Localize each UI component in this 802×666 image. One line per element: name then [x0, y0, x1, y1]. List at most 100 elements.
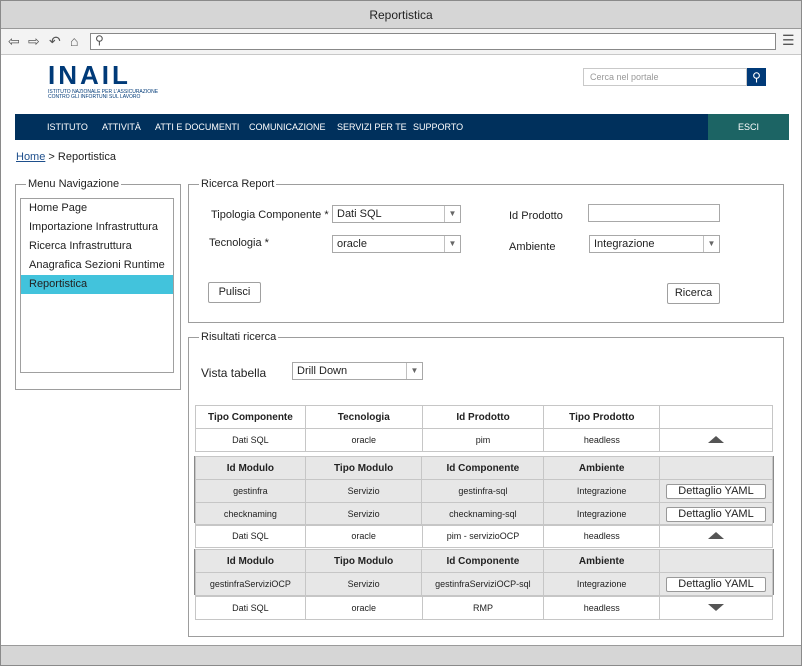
tipologia-select[interactable]: Dati SQL ▼ — [332, 205, 461, 223]
table-row[interactable]: Dati SQL oracle pim - servizioOCP headle… — [195, 524, 773, 548]
triangle-up-icon — [708, 436, 725, 443]
col-actions — [659, 549, 773, 573]
tecnologia-select[interactable]: oracle ▼ — [332, 235, 461, 253]
ambiente-value: Integrazione — [594, 238, 655, 250]
chevron-down-icon: ▼ — [444, 236, 460, 252]
cell-id-componente: checknaming-sql — [421, 502, 545, 526]
tipologia-value: Dati SQL — [337, 208, 382, 220]
cell-tipo: Dati SQL — [195, 428, 306, 452]
chevron-down-icon: ▼ — [406, 363, 422, 379]
results-legend: Risultati ricerca — [201, 331, 277, 343]
sidebar-item-anagrafica[interactable]: Anagrafica Sezioni Runtime — [21, 256, 173, 275]
menu-icon[interactable]: ☰ — [782, 32, 795, 49]
cell-tipo: Dati SQL — [195, 524, 306, 548]
results-row-3: Dati SQL oracle RMP headless — [195, 596, 773, 620]
portal-search-input[interactable]: Cerca nel portale — [583, 68, 747, 86]
logo-subtitle: ISTITUTO NAZIONALE PER L'ASSICURAZIONE C… — [48, 89, 159, 100]
browser-toolbar: ⇦ ⇨ ↶ ⌂ ⚲ ☰ — [1, 29, 801, 55]
cell-id-modulo: gestinfra — [195, 479, 306, 503]
col-id-modulo: Id Modulo — [195, 549, 306, 573]
col-tipo-modulo: Tipo Modulo — [304, 456, 423, 480]
vista-tabella-value: Drill Down — [297, 365, 348, 377]
table-row[interactable]: Dati SQL oracle pim headless — [195, 428, 773, 452]
id-prodotto-label: Id Prodotto — [509, 210, 563, 222]
cell-id-modulo: checknaming — [195, 502, 306, 526]
cell-id-prodotto: pim — [421, 428, 545, 452]
collapse-toggle[interactable] — [659, 428, 773, 452]
sidebar-item-importazione[interactable]: Importazione Infrastruttura — [21, 218, 173, 237]
triangle-up-icon — [708, 532, 725, 539]
ambiente-select[interactable]: Integrazione ▼ — [589, 235, 720, 253]
sidebar-item-reportistica[interactable]: Reportistica — [21, 275, 173, 294]
results-row-2: Dati SQL oracle pim - servizioOCP headle… — [195, 524, 773, 548]
cell-tipo-prodotto: headless — [543, 524, 661, 548]
nav-item-supporto[interactable]: SUPPORTO — [413, 114, 463, 140]
dettaglio-yaml-button[interactable]: Dettaglio YAML — [666, 506, 766, 522]
dettaglio-yaml-button[interactable]: Dettaglio YAML — [666, 576, 766, 592]
col-tipo-prodotto: Tipo Prodotto — [543, 405, 661, 429]
cell-action: Dettaglio YAML — [659, 479, 773, 503]
col-tipo-modulo: Tipo Modulo — [304, 549, 423, 573]
status-bar — [1, 645, 801, 665]
search-icon: ⚲ — [752, 70, 761, 84]
modules-table-2: Id Modulo Tipo Modulo Id Componente Ambi… — [195, 549, 773, 596]
breadcrumb-home-link[interactable]: Home — [16, 151, 45, 163]
dettaglio-yaml-button[interactable]: Dettaglio YAML — [666, 483, 766, 499]
vista-tabella-label: Vista tabella — [201, 366, 267, 380]
module-row: gestinfraServiziOCP Servizio gestinfraSe… — [195, 572, 773, 596]
sidebar-item-home-page[interactable]: Home Page — [21, 199, 173, 218]
nav-item-comunicazione[interactable]: COMUNICAZIONE — [249, 114, 326, 140]
col-id-prodotto: Id Prodotto — [421, 405, 545, 429]
cell-id-prodotto: RMP — [421, 596, 545, 620]
module-row: checknaming Servizio checknaming-sql Int… — [195, 502, 773, 526]
cell-ambiente: Integrazione — [543, 479, 660, 503]
tecnologia-label: Tecnologia * — [209, 237, 269, 249]
ambiente-label: Ambiente — [509, 241, 556, 253]
sidebar-menu: Menu Navigazione Home Page Importazione … — [15, 178, 181, 390]
forward-icon[interactable]: ⇨ — [28, 32, 40, 50]
col-actions — [659, 405, 773, 429]
triangle-down-icon — [708, 604, 725, 611]
search-legend: Ricerca Report — [201, 178, 275, 190]
sidebar-item-ricerca[interactable]: Ricerca Infrastruttura — [21, 237, 173, 256]
collapse-toggle[interactable] — [659, 524, 773, 548]
window-title: Reportistica — [1, 1, 801, 29]
nav-item-atti-documenti[interactable]: ATTI E DOCUMENTI — [155, 114, 239, 140]
col-ambiente: Ambiente — [543, 456, 660, 480]
id-prodotto-input[interactable] — [588, 204, 720, 222]
pulisci-button[interactable]: Pulisci — [208, 282, 261, 303]
cell-id-prodotto: pim - servizioOCP — [421, 524, 545, 548]
table-row[interactable]: Dati SQL oracle RMP headless — [195, 596, 773, 620]
inail-logo[interactable]: INAIL — [48, 62, 131, 88]
expand-toggle[interactable] — [659, 596, 773, 620]
module-row: gestinfra Servizio gestinfra-sql Integra… — [195, 479, 773, 503]
logout-button[interactable]: ESCI — [708, 114, 789, 140]
breadcrumb-separator: > — [48, 151, 55, 163]
main-navigation: ISTITUTO ATTIVITÀ ATTI E DOCUMENTI COMUN… — [15, 114, 789, 140]
col-actions — [659, 456, 773, 480]
tipologia-label: Tipologia Componente * — [211, 209, 329, 221]
ricerca-button[interactable]: Ricerca — [667, 283, 720, 304]
vista-tabella-select[interactable]: Drill Down ▼ — [292, 362, 423, 380]
home-icon[interactable]: ⌂ — [70, 32, 78, 50]
cell-action: Dettaglio YAML — [659, 572, 773, 596]
breadcrumb-current: Reportistica — [57, 151, 116, 163]
tecnologia-value: oracle — [337, 238, 367, 250]
nav-item-attivita[interactable]: ATTIVITÀ — [102, 114, 141, 140]
search-button[interactable]: ⚲ — [747, 68, 766, 86]
cell-tecnologia: oracle — [304, 428, 423, 452]
col-tipo-componente: Tipo Componente — [195, 405, 306, 429]
cell-tipo: Dati SQL — [195, 596, 306, 620]
nav-item-servizi[interactable]: SERVIZI PER TE — [337, 114, 407, 140]
address-bar[interactable]: ⚲ — [90, 33, 776, 50]
results-table-header: Tipo Componente Tecnologia Id Prodotto T… — [195, 405, 773, 452]
cell-id-componente: gestinfra-sql — [421, 479, 545, 503]
reload-icon[interactable]: ↶ — [49, 32, 61, 50]
search-icon: ⚲ — [95, 33, 104, 47]
nav-item-istituto[interactable]: ISTITUTO — [47, 114, 88, 140]
col-id-componente: Id Componente — [421, 456, 545, 480]
back-icon[interactable]: ⇦ — [8, 32, 20, 50]
col-id-modulo: Id Modulo — [195, 456, 306, 480]
cell-id-modulo: gestinfraServiziOCP — [195, 572, 306, 596]
browser-window: Reportistica ⇦ ⇨ ↶ ⌂ ⚲ ☰ INAIL ISTITUTO … — [0, 0, 802, 666]
